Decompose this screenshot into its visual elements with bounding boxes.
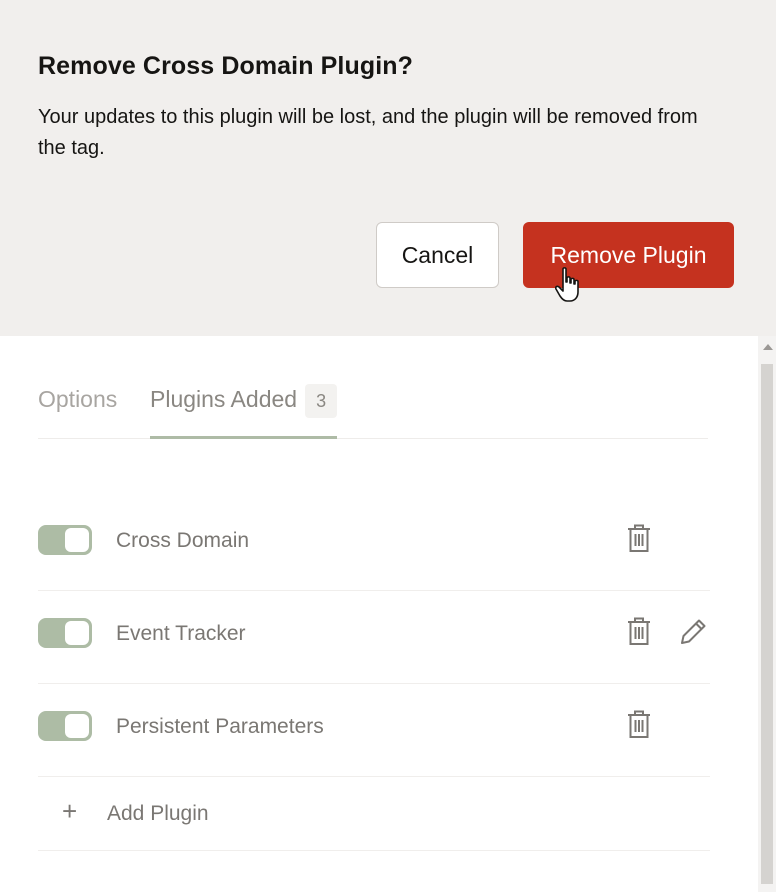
- plugin-name: Event Tracker: [116, 622, 246, 645]
- vertical-scrollbar[interactable]: [758, 336, 776, 892]
- confirm-dialog: Remove Cross Domain Plugin? Your updates…: [0, 0, 776, 336]
- cancel-button[interactable]: Cancel: [376, 222, 499, 288]
- plugin-enabled-toggle[interactable]: [38, 711, 92, 741]
- plugins-panel: Options Plugins Added 3 Cross Domain Eve…: [0, 336, 758, 892]
- toggle-knob: [65, 714, 89, 738]
- pencil-icon[interactable]: [678, 615, 708, 647]
- plugin-row: Persistent Parameters: [38, 683, 710, 777]
- plugin-count-badge: 3: [305, 384, 338, 418]
- tab-options[interactable]: Options: [38, 386, 117, 413]
- add-plugin-label: Add Plugin: [107, 802, 209, 825]
- dialog-title: Remove Cross Domain Plugin?: [38, 52, 413, 80]
- trash-icon[interactable]: [624, 522, 654, 554]
- plugin-name: Cross Domain: [116, 529, 250, 552]
- hand-pointer-cursor-icon: [555, 267, 579, 302]
- toggle-knob: [65, 621, 89, 645]
- plugin-enabled-toggle[interactable]: [38, 618, 92, 648]
- scrollbar-thumb[interactable]: [761, 364, 773, 884]
- plugin-row: Cross Domain: [38, 497, 710, 591]
- plugin-enabled-toggle[interactable]: [38, 525, 92, 555]
- scroll-up-arrow-icon[interactable]: [763, 344, 773, 350]
- dialog-message: Your updates to this plugin will be lost…: [38, 106, 698, 159]
- plus-icon: +: [62, 796, 78, 826]
- trash-icon[interactable]: [624, 708, 654, 740]
- tab-bar: Options Plugins Added 3: [38, 336, 708, 439]
- plugin-row: Event Tracker: [38, 590, 710, 684]
- tab-plugins-added[interactable]: Plugins Added 3: [150, 384, 338, 439]
- add-plugin-button[interactable]: + Add Plugin: [38, 776, 710, 851]
- toggle-knob: [65, 528, 89, 552]
- tab-plugins-added-label: Plugins Added: [150, 386, 298, 412]
- trash-icon[interactable]: [624, 615, 654, 647]
- plugin-name: Persistent Parameters: [116, 715, 324, 738]
